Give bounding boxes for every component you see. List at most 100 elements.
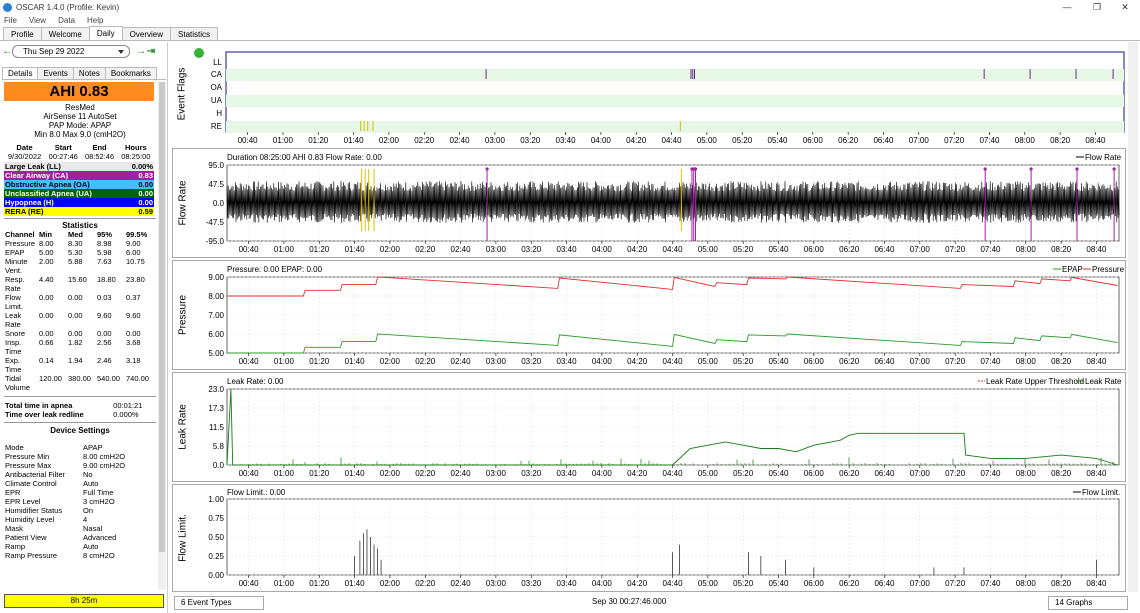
index-row[interactable]: Large Leak (LL) 0.00% xyxy=(4,162,154,171)
flag-row-label: CA xyxy=(211,70,223,79)
session-table: Date Start End Hours 9/30/2022 00:27:46 … xyxy=(4,143,154,161)
tab-bookmarks[interactable]: Bookmarks xyxy=(104,67,157,79)
tab-statistics[interactable]: Statistics xyxy=(170,27,219,40)
event-flags-chart[interactable]: LL CA OA UA H RE 00:40 01:00 01:20 01:40 02:00 02:2… xyxy=(172,42,1126,146)
arrow-left-icon[interactable]: ← xyxy=(2,46,12,57)
x-tick-label: 01:40 xyxy=(345,579,366,588)
index-row[interactable]: Clear Airway (CA) 0.83 xyxy=(4,171,154,180)
x-tick-label: 03:20 xyxy=(520,136,541,145)
legend-flowlimit-label: Flow Limit. xyxy=(1082,488,1120,497)
x-tick-label: 08:40 xyxy=(1086,245,1107,254)
tab-welcome[interactable]: Welcome xyxy=(40,27,90,40)
x-tick-label: 05:00 xyxy=(698,245,719,254)
device-cell: Humidifier Status xyxy=(5,506,63,515)
x-tick-label: 05:40 xyxy=(768,579,789,588)
x-tick-label: 04:40 xyxy=(662,136,683,145)
arrow-right-icon[interactable]: → xyxy=(136,46,146,57)
x-tick-label: 07:20 xyxy=(944,136,965,145)
flow-limit-chart[interactable]: Flow Limit.: 0.00 Flow Limit. 1.00 0.75 0.50… xyxy=(173,485,1127,593)
restore-icon[interactable]: ❐ xyxy=(1082,0,1112,14)
y-tick-label: 7.00 xyxy=(208,311,224,320)
x-tick-label: 03:00 xyxy=(486,579,507,588)
tab-events[interactable]: Events xyxy=(37,67,74,79)
device-row: EPR Level 3 cmH2O xyxy=(4,497,154,506)
tab-daily[interactable]: Daily xyxy=(88,26,123,40)
tab-profile[interactable]: Profile xyxy=(3,27,42,40)
stats-cell: 7.63 xyxy=(97,257,112,266)
main-tabs: Profile Welcome Daily Overview Statistic… xyxy=(0,26,1140,41)
index-row[interactable]: Hypopnea (H) 0.00 xyxy=(4,198,154,207)
pressure-chart[interactable]: Pressure: 0.00 EPAP: 0.00 EPAP Pressure 9.0… xyxy=(173,261,1127,371)
device-row: Humidity Level 4 xyxy=(4,515,154,524)
leak-rate-panel: Leak Rate Leak Rate: 0.00 Leak Rate Upper… xyxy=(172,372,1126,482)
x-tick-label: 05:40 xyxy=(768,357,789,366)
stats-cell: 2.00 xyxy=(39,257,54,266)
menu-data[interactable]: Data xyxy=(58,16,75,25)
leak-redline-value: 0.000% xyxy=(113,410,139,419)
x-tick-label: 02:40 xyxy=(451,357,472,366)
stats-cell: 9.60 xyxy=(97,311,112,320)
x-tick-label: 06:00 xyxy=(804,579,825,588)
x-tick-label: 05:20 xyxy=(733,245,754,254)
stats-header: Channel xyxy=(5,230,35,239)
flow-header: Duration 08:25:00 AHI 0.83 Flow Rate: 0.… xyxy=(227,153,382,162)
graphs-dropdown[interactable]: 14 Graphs xyxy=(1048,596,1128,610)
stats-row: Snore 0.00 0.00 0.00 0.00 xyxy=(4,329,154,338)
minimize-icon[interactable]: — xyxy=(1052,0,1082,14)
stats-row: Insp. Time 0.66 1.82 2.56 3.68 xyxy=(4,338,154,356)
x-tick-label: 00:40 xyxy=(238,136,259,145)
index-value: 0.00 xyxy=(138,189,153,198)
flag-row-label: LL xyxy=(213,58,222,67)
menu-view[interactable]: View xyxy=(29,16,46,25)
details-scrollbar[interactable] xyxy=(158,82,166,590)
index-value: 0.00 xyxy=(138,180,153,189)
x-tick-label: 05:20 xyxy=(732,136,753,145)
stats-cell: 5.98 xyxy=(97,248,112,257)
leak-rate-chart[interactable]: Leak Rate: 0.00 Leak Rate Upper Threshold… xyxy=(173,373,1127,483)
x-tick-label: 04:40 xyxy=(663,245,684,254)
x-tick-label: 05:00 xyxy=(698,357,719,366)
device-cell: Auto xyxy=(83,479,99,488)
x-tick-label: 03:20 xyxy=(521,579,542,588)
tab-details[interactable]: Details xyxy=(2,67,39,79)
tab-overview[interactable]: Overview xyxy=(121,27,172,40)
jump-to-latest-icon[interactable]: ⇥ xyxy=(146,46,156,57)
stats-cell: Pressure xyxy=(5,239,36,248)
index-row[interactable]: Unclassified Apnea (UA) 0.00 xyxy=(4,189,154,198)
x-tick-label: 04:20 xyxy=(627,469,648,478)
cursor-timestamp: Sep 30 00:27:46.000 xyxy=(592,597,667,606)
x-tick-label: 07:20 xyxy=(945,469,966,478)
y-tick-label: 95.0 xyxy=(208,161,224,170)
close-icon[interactable]: ✕ xyxy=(1110,0,1140,14)
menu-file[interactable]: File xyxy=(4,16,17,25)
stats-cell: 0.03 xyxy=(97,293,112,302)
session-header: Start xyxy=(54,143,72,152)
x-tick-label: 03:40 xyxy=(557,469,578,478)
menu-help[interactable]: Help xyxy=(87,16,103,25)
stats-cell: 10.75 xyxy=(126,257,145,266)
x-tick-label: 01:00 xyxy=(274,469,295,478)
index-value: 0.83 xyxy=(138,171,153,180)
flow-rate-panel: Flow Rate Duration 08:25:00 AHI 0.83 Flo… xyxy=(172,148,1126,258)
x-tick-label: 02:00 xyxy=(380,357,401,366)
date-picker[interactable]: Thu Sep 29 2022 xyxy=(12,44,130,58)
stats-cell: 3.68 xyxy=(126,338,141,347)
session-value: 08:52:46 xyxy=(84,152,115,161)
x-tick-label: 04:20 xyxy=(627,579,648,588)
index-row[interactable]: Obstructive Apnea (OA) 0.00 xyxy=(4,180,154,189)
device-cell: Climate Control xyxy=(5,479,57,488)
tab-notes[interactable]: Notes xyxy=(72,67,106,79)
y-tick-label: -47.5 xyxy=(206,218,225,227)
index-label: Hypopnea (H) xyxy=(5,198,54,207)
x-tick-label: 08:20 xyxy=(1051,245,1072,254)
event-types-dropdown[interactable]: 6 Event Types xyxy=(174,596,264,610)
x-tick-label: 04:40 xyxy=(663,469,684,478)
x-tick-label: 08:00 xyxy=(1016,579,1037,588)
ca-event-dot xyxy=(485,167,489,171)
x-tick-label: 07:20 xyxy=(945,245,966,254)
flow-rate-chart[interactable]: Duration 08:25:00 AHI 0.83 Flow Rate: 0.… xyxy=(173,149,1127,259)
graphs-scrollbar[interactable] xyxy=(1128,42,1138,592)
stats-cell: Exp. Time xyxy=(5,356,22,374)
session-value: 9/30/2022 xyxy=(7,152,42,161)
index-row[interactable]: RERA (RE) 0.59 xyxy=(4,207,154,216)
